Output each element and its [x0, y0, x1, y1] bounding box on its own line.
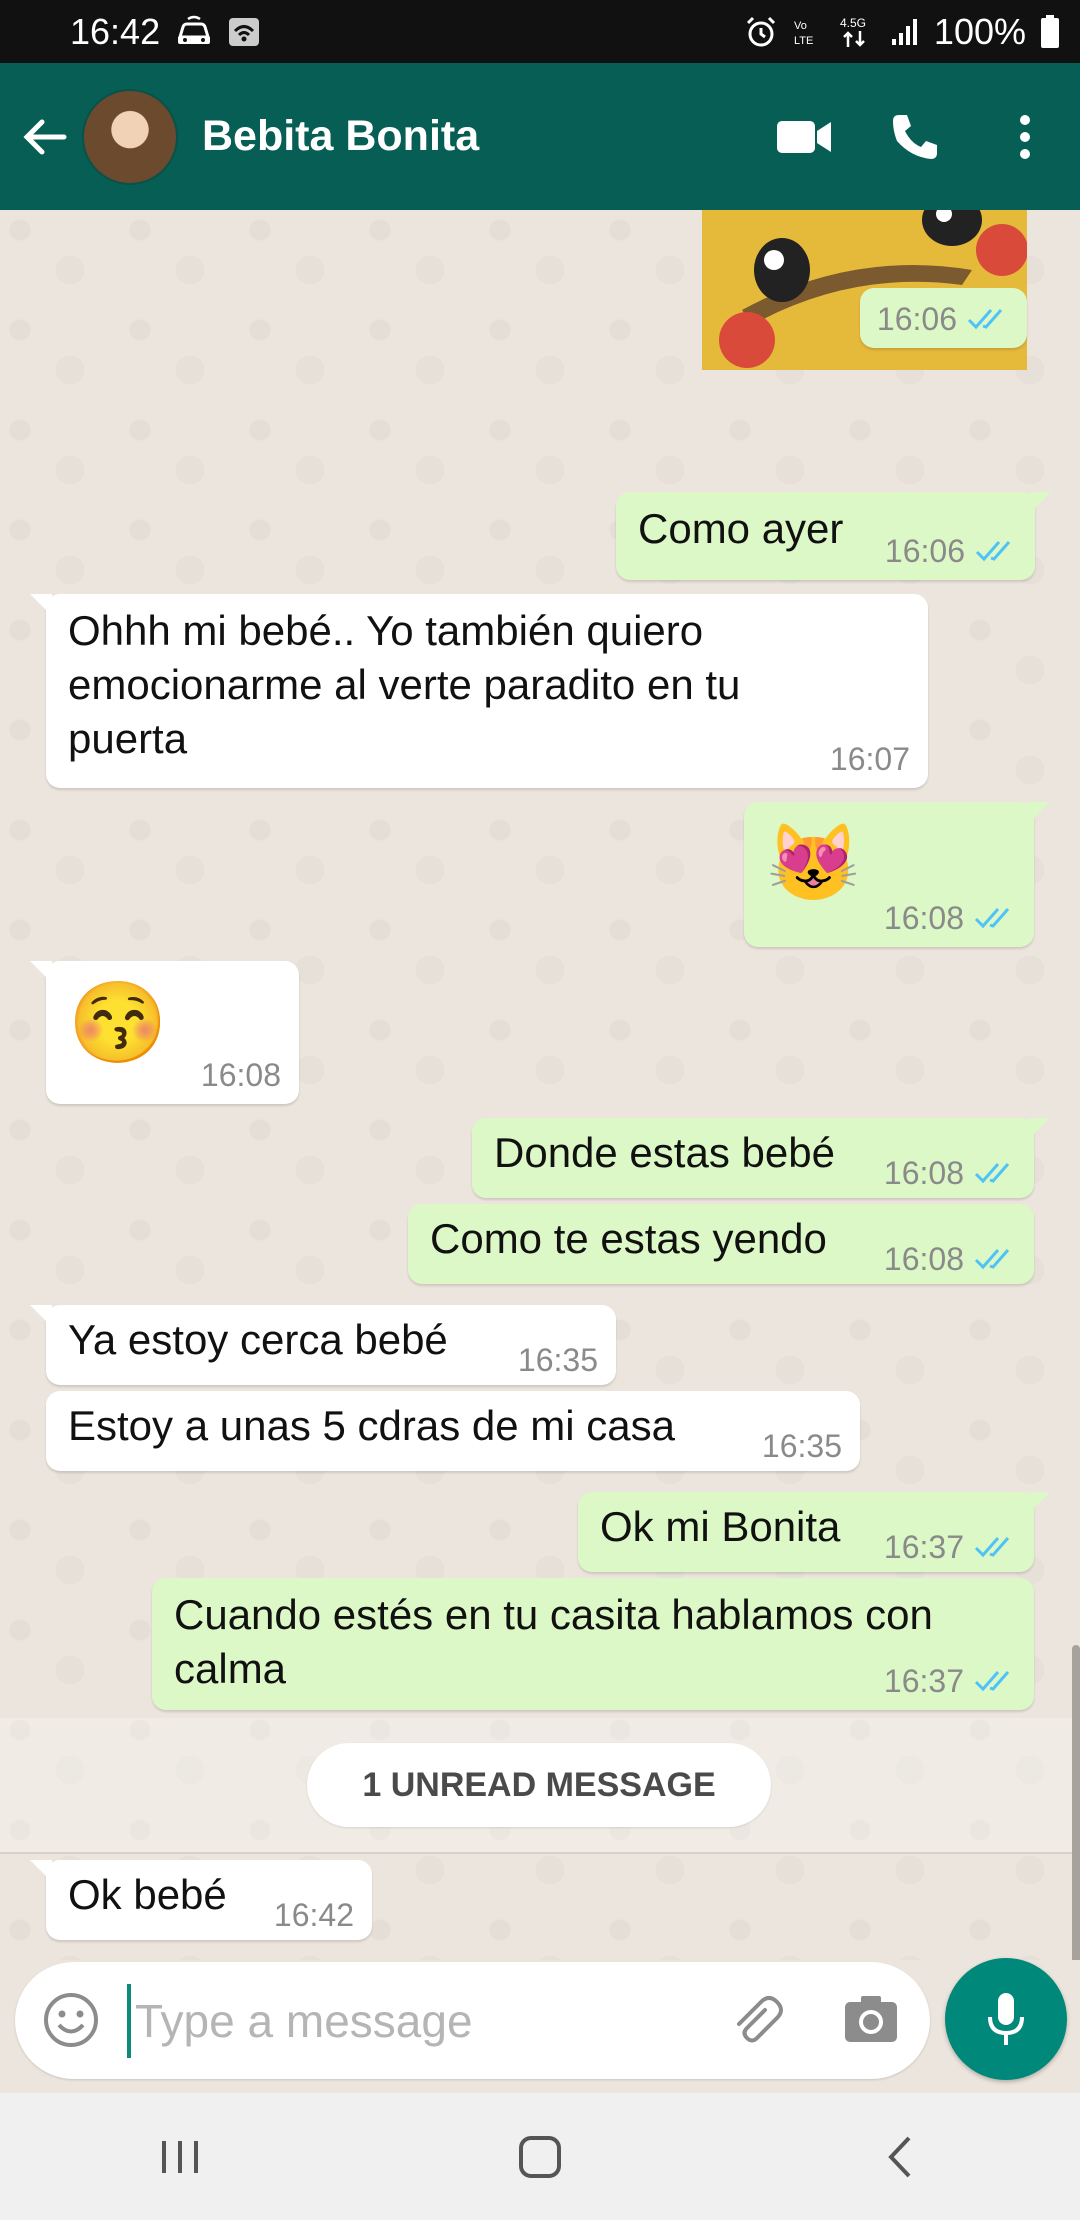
battery-icon: [1040, 14, 1060, 49]
status-time: 16:42: [70, 10, 161, 52]
unread-messages-label: 1 UNREAD MESSAGE: [307, 1743, 771, 1827]
message-text: Ok bebé: [68, 1871, 227, 1918]
read-ticks-icon: [974, 908, 1010, 929]
contact-name[interactable]: Bebita Bonita: [202, 112, 750, 161]
message-time: 16:42: [273, 1897, 354, 1933]
data-arrows-icon: 4.5G: [836, 15, 876, 49]
back-arrow-icon: [23, 119, 67, 154]
message-bubble-outgoing[interactable]: Como te estas yendo 16:08: [408, 1204, 1034, 1284]
car-icon: [174, 15, 214, 49]
message-input[interactable]: [133, 1980, 697, 2062]
message-bubble-incoming[interactable]: Estoy a unas 5 cdras de mi casa 16:35: [46, 1391, 860, 1471]
text-cursor: [127, 1984, 131, 2058]
message-bubble-outgoing[interactable]: Ok mi Bonita 16:37: [578, 1492, 1050, 1572]
emoji-button[interactable]: [41, 1990, 101, 2050]
message-time: 16:35: [517, 1342, 598, 1378]
read-ticks-icon: [975, 541, 1011, 562]
smiley-icon: [44, 1993, 98, 2047]
emoji-message: 😚: [68, 978, 168, 1067]
svg-text:Vo: Vo: [794, 20, 807, 32]
message-time: 16:37: [883, 1529, 964, 1565]
message-bubble-incoming[interactable]: Ohhh mi bebé.. Yo también quiero emocion…: [30, 594, 928, 788]
message-time: 16:06: [884, 533, 965, 569]
chat-area[interactable]: 16:06 Como ayer 16:06 Ohhh mi bebé.. Yo …: [0, 210, 1080, 1960]
message-text: Donde estas bebé: [494, 1129, 835, 1176]
home-icon: [519, 2135, 561, 2178]
message-bubble-incoming[interactable]: Ok bebé 16:42: [30, 1860, 372, 1940]
message-text: Ya estoy cerca bebé: [68, 1316, 448, 1363]
contact-avatar[interactable]: [82, 88, 178, 185]
recents-icon: [162, 2140, 198, 2173]
message-time: 16:07: [829, 741, 910, 777]
message-text: Como ayer: [638, 505, 844, 552]
svg-text:4.5G: 4.5G: [840, 16, 866, 30]
message-bubble-outgoing[interactable]: Como ayer 16:06: [616, 492, 1051, 580]
paperclip-icon: [737, 1996, 783, 2043]
message-text: Cuando estés en tu casita hablamos con c…: [174, 1591, 933, 1692]
read-ticks-icon: [974, 1163, 1010, 1184]
read-ticks-icon: [974, 1671, 1010, 1692]
volte-icon: Vo LTE: [792, 17, 822, 47]
voice-call-button[interactable]: [860, 87, 970, 187]
status-bar: 16:42 Vo LTE 4.5G 100%: [0, 0, 1080, 63]
message-time: 16:08: [883, 1241, 964, 1277]
alarm-icon: [744, 15, 778, 49]
battery-percent: 100%: [933, 10, 1026, 52]
nav-back-button[interactable]: [840, 2107, 960, 2207]
message-time: 16:06: [876, 301, 957, 337]
read-ticks-icon: [974, 1537, 1010, 1558]
chevron-left-icon: [888, 2136, 911, 2177]
video-call-button[interactable]: [750, 87, 860, 187]
message-time: 16:37: [883, 1663, 964, 1699]
message-bubble-incoming[interactable]: Ya estoy cerca bebé 16:35: [30, 1305, 616, 1385]
message-bubble-incoming[interactable]: 😚 16:08: [30, 961, 299, 1104]
camera-icon: [845, 1996, 897, 2042]
attach-button[interactable]: [725, 1990, 785, 2050]
message-text: Como te estas yendo: [430, 1215, 827, 1262]
message-bubble-outgoing[interactable]: Cuando estés en tu casita hablamos con c…: [152, 1578, 1034, 1710]
voice-record-button[interactable]: [945, 1958, 1067, 2080]
video-call-icon: [777, 120, 831, 153]
emoji-message: 😻: [766, 821, 861, 906]
message-text: Estoy a unas 5 cdras de mi casa: [68, 1402, 675, 1449]
home-button[interactable]: [480, 2107, 600, 2207]
camera-button[interactable]: [841, 1992, 901, 2048]
chat-header: Bebita Bonita: [0, 63, 1080, 210]
phone-icon: [893, 114, 937, 159]
sticker-time-bubble[interactable]: 16:06: [860, 288, 1027, 348]
message-bubble-outgoing[interactable]: 😻 16:08: [744, 802, 1050, 947]
svg-text:LTE: LTE: [794, 35, 813, 47]
message-composer: [15, 1962, 930, 2079]
wifi-box-icon: [228, 17, 260, 47]
message-time: 16:35: [761, 1428, 842, 1464]
read-ticks-icon: [967, 309, 1003, 330]
more-options-button[interactable]: [970, 87, 1080, 187]
message-time: 16:08: [883, 900, 964, 936]
more-options-icon: [1020, 114, 1030, 159]
message-bubble-outgoing[interactable]: Donde estas bebé 16:08: [472, 1118, 1050, 1198]
microphone-icon: [988, 1993, 1024, 2045]
read-ticks-icon: [974, 1249, 1010, 1270]
message-text: Ohhh mi bebé.. Yo también quiero emocion…: [68, 607, 741, 762]
message-time: 16:08: [200, 1057, 281, 1093]
back-button[interactable]: [10, 87, 80, 187]
signal-icon: [890, 17, 920, 47]
recent-apps-button[interactable]: [120, 2107, 240, 2207]
chat-scrollbar[interactable]: [1072, 1645, 1080, 1960]
message-text: Ok mi Bonita: [600, 1503, 841, 1550]
message-time: 16:08: [883, 1155, 964, 1191]
system-nav-bar: [0, 2093, 1080, 2220]
